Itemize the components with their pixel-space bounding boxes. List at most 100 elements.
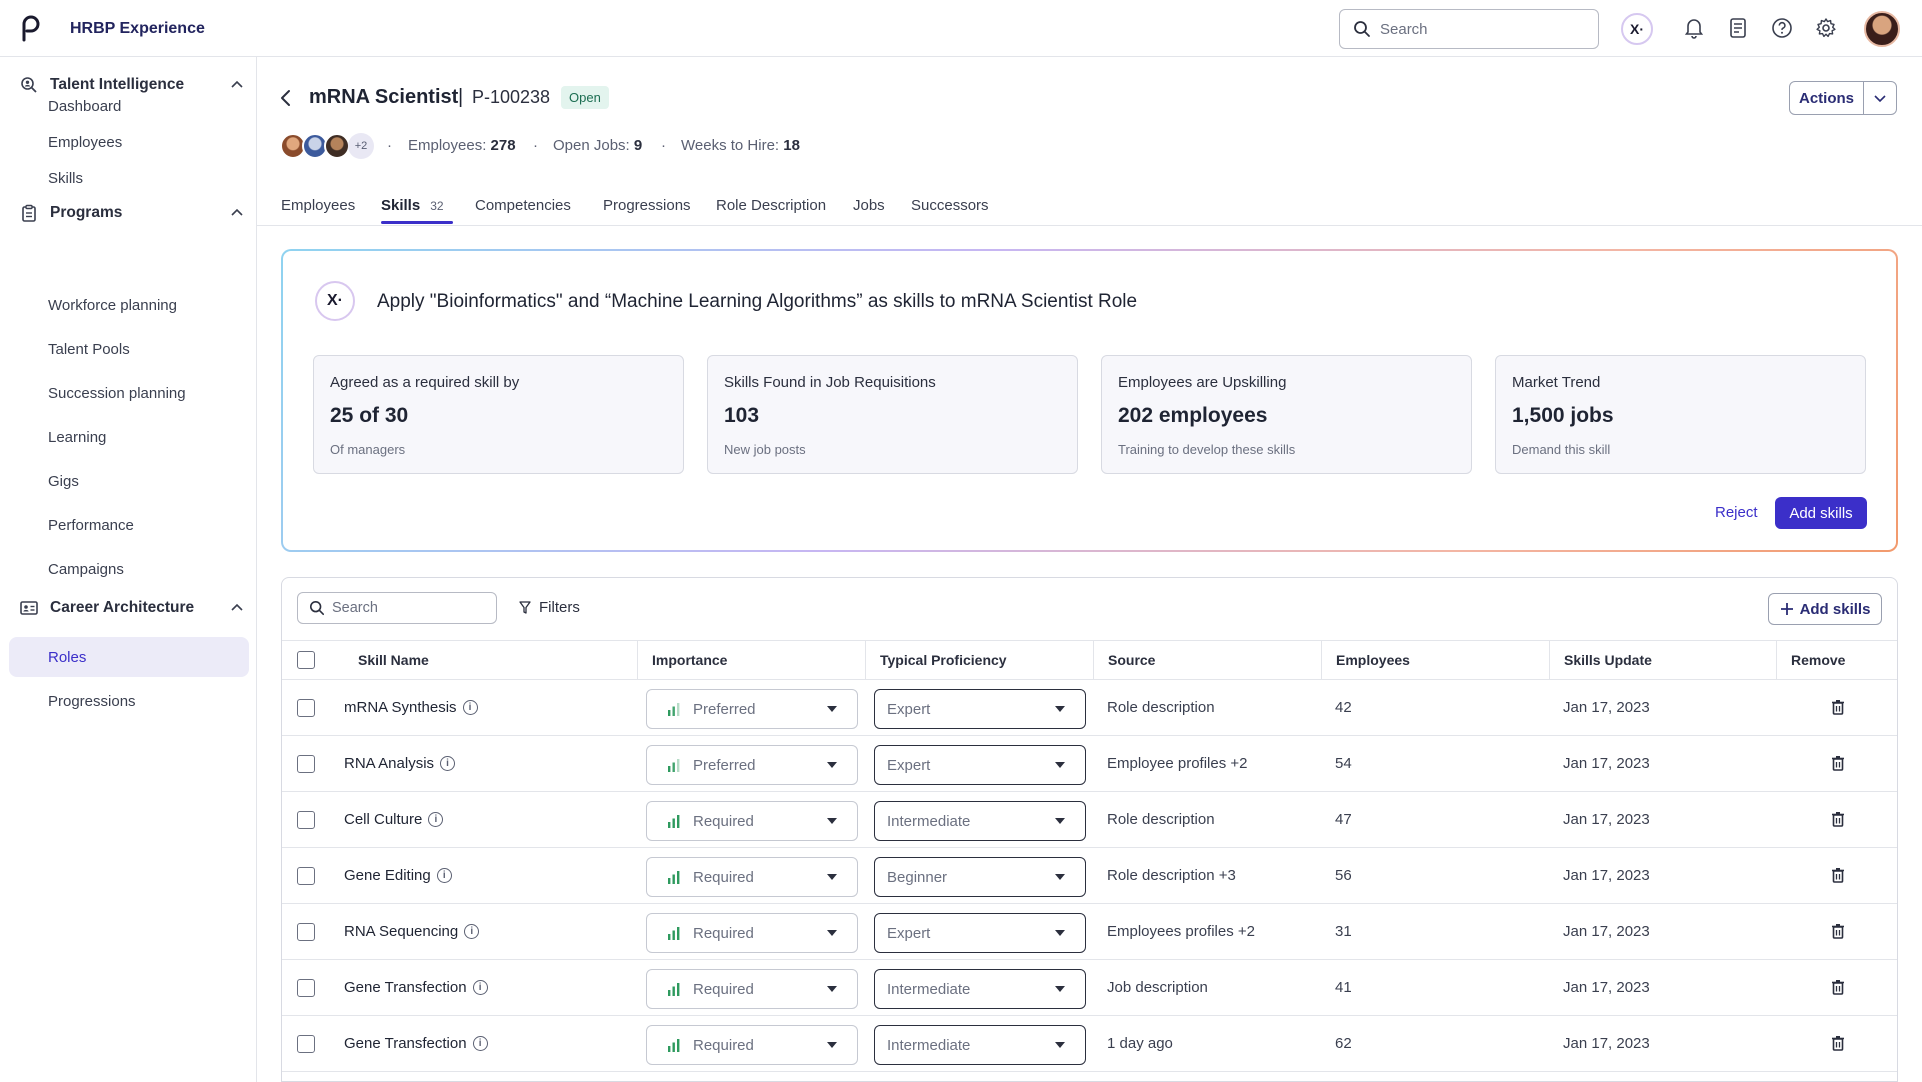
table-search-input[interactable]: Search xyxy=(297,592,497,624)
bell-icon[interactable] xyxy=(1680,14,1708,42)
document-icon[interactable] xyxy=(1724,14,1752,42)
filters-button[interactable]: Filters xyxy=(519,599,580,616)
sidebar-item-talent-pools[interactable]: Talent Pools xyxy=(48,341,130,358)
title-separator: | xyxy=(458,86,464,108)
proficiency-select[interactable]: Expert xyxy=(874,689,1086,729)
tab-bar: Employees Skills 32 Competencies Progress… xyxy=(0,190,1922,226)
column-header-importance[interactable]: Importance xyxy=(637,641,865,679)
importance-select[interactable]: Preferred xyxy=(646,689,858,729)
stat-value: 25 of 30 xyxy=(330,404,409,427)
source-cell: Role description xyxy=(1107,699,1215,716)
employees-cell: 47 xyxy=(1335,811,1352,828)
importance-select[interactable]: Required xyxy=(646,857,858,897)
status-badge: Open xyxy=(561,86,609,109)
global-search-input[interactable]: Search xyxy=(1339,9,1599,49)
table-row: Gene Editing i Required Beginner Role descri… xyxy=(282,848,1897,904)
column-header-skill-name[interactable]: Skill Name xyxy=(344,641,637,679)
skill-name[interactable]: Gene Transfection xyxy=(344,979,467,996)
row-checkbox[interactable] xyxy=(297,978,315,997)
skill-name[interactable]: Gene Transfection xyxy=(344,1035,467,1052)
company-logo[interactable] xyxy=(18,14,40,42)
sidebar-item-workforce-planning[interactable]: Workforce planning xyxy=(48,297,177,314)
chevron-down-icon[interactable] xyxy=(1864,82,1896,114)
chevron-up-icon[interactable] xyxy=(229,600,245,616)
help-icon[interactable] xyxy=(1768,14,1796,42)
skill-name[interactable]: RNA Analysis xyxy=(344,755,434,772)
actions-label[interactable]: Actions xyxy=(1790,82,1864,114)
stat-subtext: Demand this skill xyxy=(1512,442,1611,457)
trash-icon[interactable] xyxy=(1831,923,1845,939)
column-header-employees[interactable]: Employees xyxy=(1321,641,1549,679)
trash-icon[interactable] xyxy=(1831,811,1845,827)
column-header-typical-proficiency[interactable]: Typical Proficiency xyxy=(865,641,1093,679)
skill-name[interactable]: mRNA Synthesis xyxy=(344,699,457,716)
sidebar-section-talent-intelligence[interactable]: Talent Intelligence xyxy=(20,71,245,99)
reject-button[interactable]: Reject xyxy=(1715,504,1758,521)
sidebar-item-progressions[interactable]: Progressions xyxy=(48,693,136,710)
chevron-up-icon[interactable] xyxy=(229,77,245,93)
importance-select[interactable]: Required xyxy=(646,969,858,1009)
sidebar-item-employees[interactable]: Employees xyxy=(48,134,122,151)
row-checkbox-cell xyxy=(297,736,315,791)
row-checkbox[interactable] xyxy=(297,866,315,885)
skill-name[interactable]: RNA Sequencing xyxy=(344,923,458,940)
trash-icon[interactable] xyxy=(1831,755,1845,771)
row-checkbox[interactable] xyxy=(297,922,315,941)
caret-down-icon xyxy=(827,818,837,824)
actions-button[interactable]: Actions xyxy=(1789,81,1897,115)
info-icon[interactable]: i xyxy=(464,924,480,939)
column-header-skills-update[interactable]: Skills Update xyxy=(1549,641,1776,679)
user-avatar[interactable] xyxy=(1864,11,1900,47)
gear-icon[interactable] xyxy=(1812,14,1840,42)
sidebar-item-roles[interactable]: Roles xyxy=(48,649,86,666)
info-icon[interactable]: i xyxy=(462,700,478,715)
proficiency-select[interactable]: Intermediate xyxy=(874,1025,1086,1065)
sidebar-item-dashboard[interactable]: Dashboard xyxy=(48,98,121,115)
skill-name-cell: mRNA Synthesis i xyxy=(344,680,478,735)
proficiency-select[interactable]: Beginner xyxy=(874,857,1086,897)
signal-bars-icon xyxy=(668,927,680,940)
importance-select[interactable]: Required xyxy=(646,913,858,953)
importance-select[interactable]: Required xyxy=(646,1025,858,1065)
proficiency-select[interactable]: Intermediate xyxy=(874,801,1086,841)
importance-select[interactable]: Required xyxy=(646,801,858,841)
sidebar-item-performance[interactable]: Performance xyxy=(48,517,134,534)
trash-icon[interactable] xyxy=(1831,867,1845,883)
weeks-to-hire: Weeks to Hire: 18 xyxy=(681,137,800,154)
caret-down-icon xyxy=(1055,874,1065,880)
info-icon[interactable]: i xyxy=(436,868,452,883)
table-header: Skill Name Importance Typical Proficienc… xyxy=(282,640,1897,680)
back-arrow-icon[interactable] xyxy=(278,88,294,108)
skill-name[interactable]: Gene Editing xyxy=(344,867,431,884)
skill-name[interactable]: Cell Culture xyxy=(344,811,422,828)
select-all-checkbox[interactable] xyxy=(297,651,315,669)
trash-icon[interactable] xyxy=(1831,979,1845,995)
weeks-label: Weeks to Hire: xyxy=(681,137,780,154)
proficiency-select[interactable]: Expert xyxy=(874,745,1086,785)
info-icon[interactable]: i xyxy=(428,812,444,827)
proficiency-select[interactable]: Expert xyxy=(874,913,1086,953)
sidebar-item-skills[interactable]: Skills xyxy=(48,170,83,187)
skill-name-cell: Gene Editing i xyxy=(344,848,452,903)
sidebar-item-campaigns[interactable]: Campaigns xyxy=(48,561,124,578)
add-skills-button[interactable]: Add skills xyxy=(1768,593,1882,625)
sidebar-section-career-architecture[interactable]: Career Architecture xyxy=(20,594,245,622)
row-checkbox[interactable] xyxy=(297,810,315,829)
info-icon[interactable]: i xyxy=(472,1036,488,1051)
row-checkbox[interactable] xyxy=(297,698,315,717)
trash-icon[interactable] xyxy=(1831,699,1845,715)
column-header-source[interactable]: Source xyxy=(1093,641,1321,679)
info-icon[interactable]: i xyxy=(440,756,456,771)
row-checkbox[interactable] xyxy=(297,1034,315,1053)
sidebar-item-gigs[interactable]: Gigs xyxy=(48,473,79,490)
row-checkbox[interactable] xyxy=(297,754,315,773)
proficiency-select[interactable]: Intermediate xyxy=(874,969,1086,1009)
add-suggested-skills-button[interactable]: Add skills xyxy=(1775,497,1867,529)
sidebar-item-learning[interactable]: Learning xyxy=(48,429,106,446)
info-icon[interactable]: i xyxy=(472,980,488,995)
ai-assistant-icon[interactable]: X· xyxy=(1621,13,1653,45)
trash-icon[interactable] xyxy=(1831,1035,1845,1051)
sidebar-item-succession-planning[interactable]: Succession planning xyxy=(48,385,186,402)
importance-select[interactable]: Preferred xyxy=(646,745,858,785)
stat-value: 202 employees xyxy=(1118,404,1268,427)
